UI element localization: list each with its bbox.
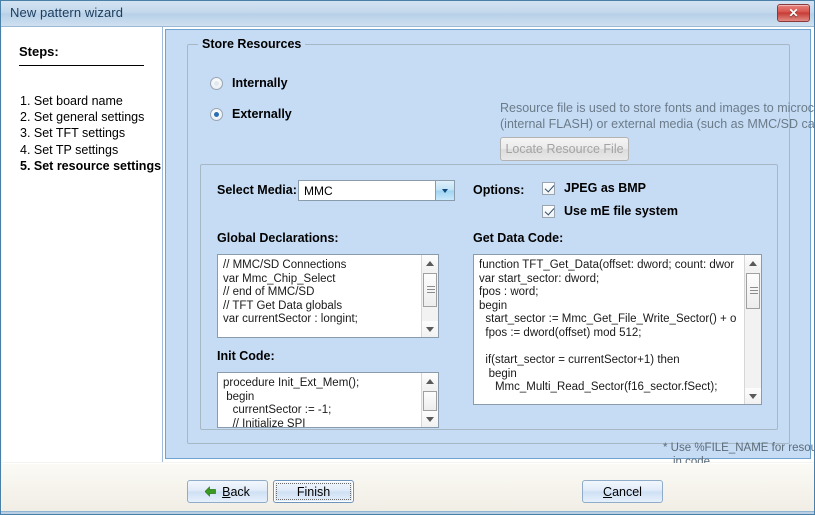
sidebar-step-5[interactable]: 5. Set resource settings: [20, 158, 161, 174]
description-text: Resource file is used to store fonts and…: [500, 100, 815, 132]
scroll-up-icon[interactable]: [745, 255, 761, 271]
window-title: New pattern wizard: [10, 5, 124, 20]
init-code-editor[interactable]: procedure Init_Ext_Mem(); begin currentS…: [217, 372, 439, 428]
steps-divider: [19, 65, 144, 66]
chevron-down-icon[interactable]: [435, 181, 454, 200]
checkbox-jpeg-as-bmp[interactable]: JPEG as BMP: [542, 181, 646, 195]
back-button[interactable]: Back: [187, 480, 268, 503]
grip-icon: [750, 287, 758, 295]
wizard-window: New pattern wizard ✕ Steps: 1. Set board…: [0, 0, 815, 515]
grip-icon: [427, 286, 435, 294]
global-declarations-label: Global Declarations:: [217, 231, 339, 245]
checkbox-jpeg-as-bmp-icon[interactable]: [542, 181, 555, 195]
init-code-label: Init Code:: [217, 349, 275, 363]
cancel-accel-char: C: [603, 484, 613, 499]
cancel-button[interactable]: Cancel: [582, 480, 663, 503]
checkbox-use-me-file-system-icon[interactable]: [542, 204, 555, 218]
steps-heading: Steps:: [19, 44, 59, 59]
sidebar-step-4[interactable]: 4. Set TP settings: [20, 142, 160, 158]
get-data-code-code[interactable]: function TFT_Get_Data(offset: dword; cou…: [479, 259, 742, 395]
store-resources-legend: Store Resources: [198, 37, 306, 51]
radio-internally[interactable]: Internally: [210, 76, 288, 90]
locate-resource-file-button[interactable]: Locate Resource File: [500, 137, 629, 161]
back-button-label: Back: [222, 485, 250, 499]
select-media-value: MMC: [304, 184, 333, 198]
init-code-code[interactable]: procedure Init_Ext_Mem(); begin currentS…: [223, 377, 419, 427]
options-label: Options:: [473, 183, 525, 197]
checkbox-use-me-file-system[interactable]: Use mE file system: [542, 204, 678, 218]
checkbox-use-me-file-system-label: Use mE file system: [564, 204, 678, 218]
scroll-up-icon[interactable]: [422, 373, 438, 389]
resource-settings-panel: Select Media: MMC Options: JPEG as BMP U…: [200, 164, 814, 468]
scroll-down-icon[interactable]: [745, 388, 761, 404]
steps-list: 1. Set board name 2. Set general setting…: [20, 93, 161, 174]
scrollbar-thumb[interactable]: [423, 273, 437, 307]
description-line-1: Resource file is used to store fonts and…: [500, 101, 815, 115]
sidebar-step-1[interactable]: 1. Set board name: [20, 93, 160, 109]
window-bottom-edge: [1, 511, 814, 514]
get-data-code-editor[interactable]: function TFT_Get_Data(offset: dword; cou…: [473, 254, 762, 405]
select-media-dropdown[interactable]: MMC: [298, 180, 455, 201]
radio-internally-icon[interactable]: [210, 76, 223, 90]
sidebar-step-3[interactable]: 3. Set TFT settings: [20, 125, 160, 141]
finish-button-label: Finish: [296, 484, 331, 499]
cancel-button-label: Cancel: [603, 485, 642, 499]
checkbox-jpeg-as-bmp-label: JPEG as BMP: [564, 181, 646, 195]
sidebar-step-2[interactable]: 2. Set general settings: [20, 109, 160, 125]
scroll-down-icon[interactable]: [422, 321, 438, 337]
finish-button[interactable]: Finish: [273, 480, 354, 503]
footnote-line-1: * Use %FILE_NAME for resource file name: [663, 442, 814, 454]
global-declarations-code[interactable]: // MMC/SD Connections var Mmc_Chip_Selec…: [223, 259, 419, 327]
get-data-code-scrollbar[interactable]: [744, 255, 761, 404]
dialog-footer: [2, 463, 814, 514]
close-button[interactable]: ✕: [777, 4, 810, 22]
select-media-label: Select Media:: [217, 183, 297, 197]
global-declarations-scrollbar[interactable]: [421, 255, 438, 337]
init-code-scrollbar[interactable]: [421, 373, 438, 427]
content-area: Store Resources Internally Externally Re…: [163, 27, 814, 468]
close-icon: ✕: [788, 6, 799, 20]
get-data-code-label: Get Data Code:: [473, 231, 564, 245]
title-bar: New pattern wizard ✕: [1, 1, 814, 27]
steps-sidebar: Steps: 1. Set board name 2. Set general …: [2, 27, 163, 462]
store-resources-groupbox: Store Resources Internally Externally Re…: [187, 37, 814, 468]
radio-internally-label: Internally: [232, 76, 288, 90]
scroll-up-icon[interactable]: [422, 255, 438, 271]
back-rest-label: ack: [230, 484, 250, 499]
cancel-rest-label: ancel: [612, 484, 642, 499]
scrollbar-thumb[interactable]: [423, 391, 437, 411]
radio-externally[interactable]: Externally: [210, 107, 292, 121]
radio-externally-label: Externally: [232, 107, 292, 121]
scroll-down-icon[interactable]: [422, 411, 438, 427]
scrollbar-thumb[interactable]: [746, 273, 760, 309]
radio-externally-icon[interactable]: [210, 107, 223, 121]
arrow-left-icon: [205, 486, 216, 497]
global-declarations-editor[interactable]: // MMC/SD Connections var Mmc_Chip_Selec…: [217, 254, 439, 338]
content-panel: Store Resources Internally Externally Re…: [165, 29, 814, 468]
description-line-2: (internal FLASH) or external media (such…: [500, 117, 815, 131]
